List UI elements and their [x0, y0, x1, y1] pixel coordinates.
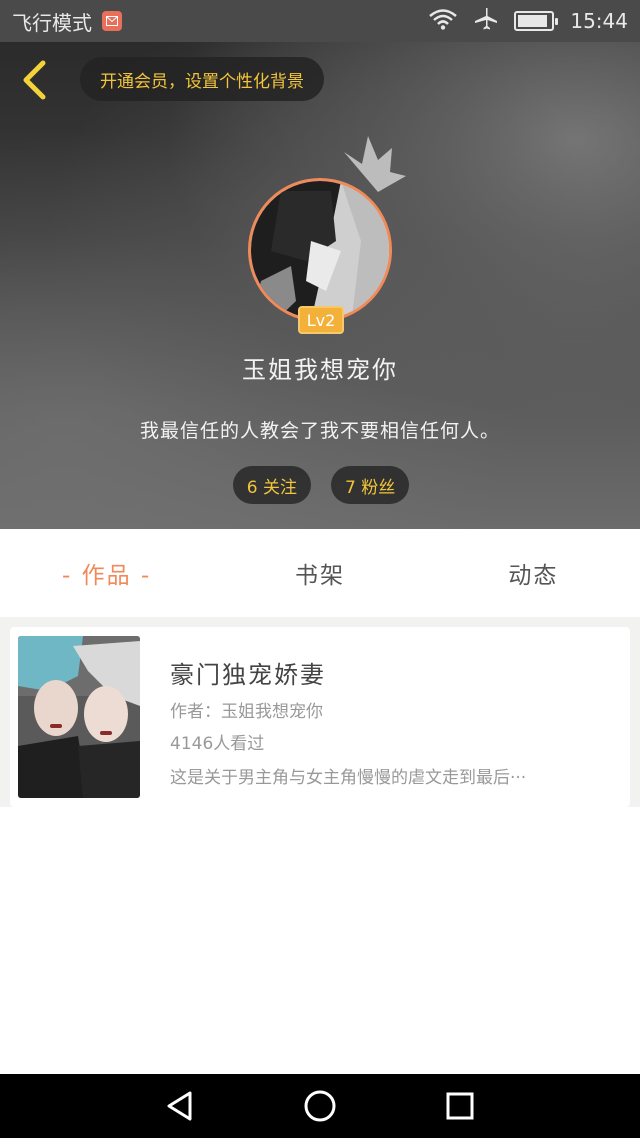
status-right: 15:44	[428, 7, 628, 36]
home-icon[interactable]	[300, 1086, 340, 1126]
status-bar: 飞行模式 15:44	[0, 0, 640, 42]
chevron-left-icon	[23, 60, 46, 100]
avatar-image	[251, 181, 389, 319]
tab-bookshelf[interactable]: 书架	[213, 529, 426, 617]
system-nav-bar	[0, 1074, 640, 1138]
airplane-icon	[474, 7, 498, 36]
back-button[interactable]	[14, 58, 54, 102]
following-button[interactable]: 6 关注	[232, 466, 311, 504]
follow-stats: 6 关注 7 粉丝	[0, 466, 640, 504]
back-icon[interactable]	[160, 1086, 200, 1126]
book-title: 豪门独宠娇妻	[170, 661, 326, 689]
clock: 15:44	[570, 9, 628, 33]
battery-icon	[514, 11, 559, 31]
signature: 我最信任的人教会了我不要相信任何人。	[139, 420, 500, 442]
book-views: 4146人看过	[170, 734, 265, 754]
tab-works[interactable]: - 作品 -	[0, 529, 213, 617]
airplane-mode-label: 飞行模式	[12, 10, 92, 35]
list-item[interactable]: 豪门独宠娇妻 作者：玉姐我想宠你 4146人看过 这是关于男主角与女主角慢慢的虐…	[10, 627, 630, 807]
profile-header: 开通会员，设置个性化背景 Lv2 玉姐我想宠你 我最信任的人教会了我不要相信任何…	[0, 42, 640, 529]
battery-level	[518, 15, 548, 27]
followers-button[interactable]: 7 粉丝	[331, 466, 410, 504]
status-left: 飞行模式	[12, 7, 122, 36]
book-description: 这是关于男主角与女主角慢慢的虐文走到最后···	[170, 768, 527, 788]
wifi-icon	[428, 8, 458, 35]
level-badge: Lv2	[298, 306, 344, 334]
recents-icon[interactable]	[440, 1086, 480, 1126]
avatar[interactable]	[248, 178, 392, 322]
vip-background-button[interactable]: 开通会员，设置个性化背景	[80, 57, 324, 101]
username: 玉姐我想宠你	[242, 356, 398, 384]
mail-icon	[102, 11, 122, 31]
profile-tabs: - 作品 - 书架 动态	[0, 529, 640, 617]
tab-activity[interactable]: 动态	[427, 529, 640, 617]
book-cover	[18, 636, 140, 798]
book-author: 作者：玉姐我想宠你	[170, 702, 323, 722]
